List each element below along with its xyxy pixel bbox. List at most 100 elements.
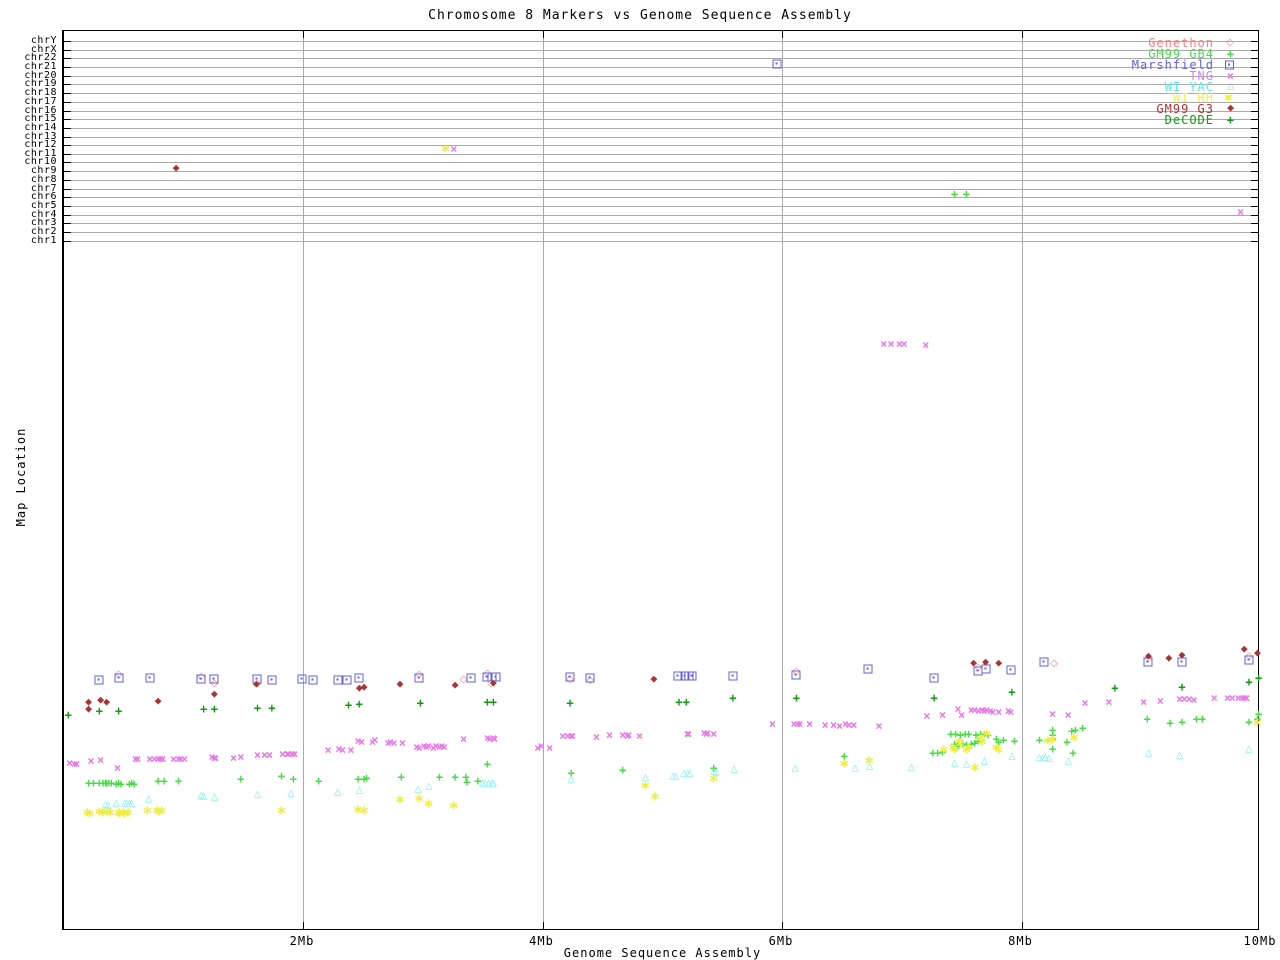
legend-marker-decode: + [1226, 113, 1234, 127]
data-point-tng: × [290, 747, 299, 761]
data-point-gm99-g3: ◆ [970, 658, 978, 669]
data-point-decode: + [1254, 671, 1263, 685]
chromosome-gridline [64, 240, 1258, 242]
x-tick-bottom [542, 922, 544, 929]
y-tick-left [64, 119, 71, 121]
data-point-tng: × [398, 736, 407, 750]
data-point-gm99-gb4: + [483, 757, 492, 771]
data-point-marshfield [196, 674, 206, 684]
data-point-gm99-g3: ◆ [85, 704, 93, 715]
y-tick-left [64, 154, 71, 155]
data-point-gm99-gb4: + [1178, 715, 1186, 729]
y-tick-right [1251, 188, 1258, 190]
data-point-tng: × [1081, 696, 1089, 710]
x-tick-label: 8Mb [1008, 934, 1033, 948]
y-tick-right [1251, 223, 1258, 225]
data-point-tng: × [1007, 705, 1015, 719]
data-point-tng: × [134, 752, 142, 766]
data-point-gm99-gb4: + [950, 187, 959, 201]
data-point-tng: × [537, 739, 545, 753]
data-point-marshfield [297, 674, 307, 684]
data-point-wi-yac: △ [567, 774, 575, 785]
data-point-tng: × [338, 743, 347, 757]
data-point-tng: × [880, 337, 888, 351]
data-point-gm99-gb4: + [160, 774, 168, 788]
data-point-tng: × [450, 142, 458, 156]
data-point-tng: × [923, 709, 931, 723]
y-tick-left [64, 110, 71, 112]
data-point-gm99-g3: ◆ [210, 689, 218, 700]
data-point-marshfield [1244, 655, 1254, 665]
y-tick-left [64, 180, 71, 181]
data-point-decode: + [344, 698, 353, 712]
data-point-wi-rh: ∗ [358, 803, 370, 819]
data-point-tng: × [113, 761, 121, 775]
y-tick-right [1251, 171, 1258, 172]
data-point-wi-rh: ∗ [963, 740, 975, 756]
y-tick-right [1251, 206, 1258, 207]
x-tick-label: 4Mb [529, 934, 554, 948]
data-point-tng: × [265, 748, 274, 762]
data-point-genethon: ◇ [1049, 658, 1058, 669]
y-tick-right [1251, 136, 1258, 138]
y-tick-right [1251, 180, 1258, 181]
x-tick-top [303, 31, 304, 38]
data-point-tng: × [710, 727, 718, 741]
data-point-gm99-gb4: + [237, 772, 245, 786]
y-tick-left [64, 162, 71, 164]
data-point-decode: + [566, 696, 574, 710]
data-point-tng: × [1156, 694, 1165, 708]
data-point-tng: × [490, 732, 499, 746]
data-point-decode: + [675, 695, 683, 709]
data-point-decode: + [210, 702, 218, 716]
chromosome-gridline [64, 188, 1258, 190]
data-point-wi-rh: ∗ [981, 726, 993, 742]
data-point-wi-rh: ∗ [863, 753, 875, 769]
data-point-tng: × [324, 743, 332, 757]
x-tick-bottom [1021, 922, 1023, 929]
data-point-wi-rh: ∗ [122, 805, 134, 821]
x-gridline [1021, 31, 1023, 929]
data-point-marshfield [1006, 665, 1016, 675]
data-point-tng: × [1140, 695, 1148, 709]
x-tick-label: 6Mb [768, 934, 794, 948]
x-tick-top [542, 31, 544, 38]
chromosome-gridline [64, 145, 1258, 147]
data-point-tng: × [87, 754, 95, 768]
y-tick-right [1251, 232, 1258, 233]
data-point-tng: × [1064, 708, 1072, 722]
y-tick-left [64, 171, 71, 172]
data-point-tng: × [887, 337, 895, 351]
data-point-wi-rh: ∗ [1068, 730, 1080, 746]
y-tick-left [64, 232, 71, 233]
data-point-decode: + [114, 704, 123, 718]
data-point-gm99-g3: ◆ [1165, 653, 1173, 664]
y-tick-right [1251, 162, 1258, 164]
y-tick-right [1251, 214, 1258, 216]
data-point-marshfield [414, 673, 424, 683]
data-point-gm99-gb4: + [1010, 734, 1018, 748]
chromosome-gridline [64, 206, 1258, 207]
data-point-tng: × [237, 750, 245, 764]
data-point-tng: × [1105, 695, 1113, 709]
y-tick-left [64, 214, 71, 216]
data-point-tng: × [922, 338, 930, 352]
y-tick-right [1251, 102, 1258, 103]
chromosome-gridline [64, 232, 1258, 233]
y-tick-left [64, 145, 71, 147]
data-point-gm99-g3: ◆ [995, 658, 1003, 669]
data-point-marshfield [863, 664, 873, 674]
x-tick-bottom [303, 922, 304, 929]
data-point-gm99-gb4: + [463, 775, 471, 789]
y-tick-right [1251, 119, 1258, 121]
data-point-tng: × [1210, 691, 1218, 705]
data-point-marshfield [687, 671, 697, 681]
data-point-gm99-gb4: + [451, 770, 459, 784]
data-point-gm99-gb4: + [962, 187, 971, 201]
x-tick-bottom [782, 922, 783, 929]
data-point-tng: × [546, 741, 554, 755]
data-point-gm99-gb4: + [174, 774, 183, 788]
x-tick-top [1021, 31, 1023, 38]
y-tick-left [64, 128, 71, 129]
data-point-wi-rh: ∗ [440, 141, 451, 157]
